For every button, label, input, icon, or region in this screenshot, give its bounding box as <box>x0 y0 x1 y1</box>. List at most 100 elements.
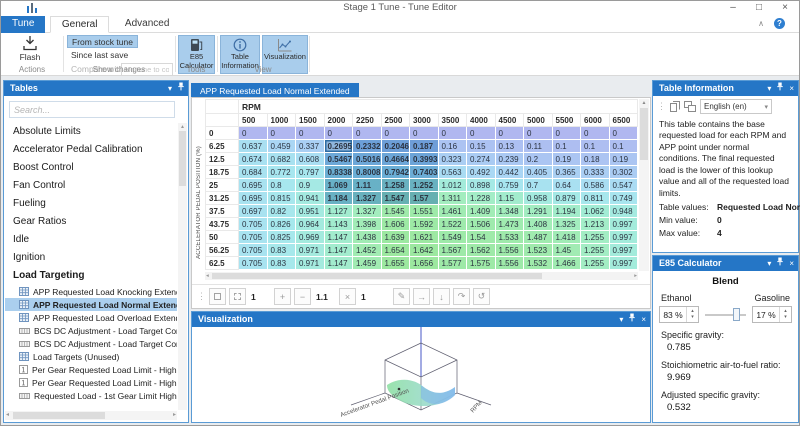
table-cell[interactable]: 1.655 <box>381 257 410 270</box>
table-cell[interactable]: 0.19 <box>609 153 638 166</box>
table-cell[interactable]: 1.228 <box>467 192 496 205</box>
table-item[interactable]: Load Targets (Unused) <box>5 350 177 363</box>
table-cell[interactable]: 1.15 <box>495 192 524 205</box>
scroll-left-icon[interactable]: ◂ <box>6 411 9 420</box>
table-cell[interactable]: 0.586 <box>581 179 610 192</box>
table-cell[interactable]: 0.442 <box>495 166 524 179</box>
table-cell[interactable]: 0.82 <box>267 205 296 218</box>
column-header[interactable]: 4500 <box>495 114 524 127</box>
table-cell[interactable]: 0 <box>410 127 439 140</box>
table-cell[interactable]: 1.575 <box>467 257 496 270</box>
table-cell[interactable]: 0.815 <box>267 192 296 205</box>
column-header[interactable]: 3500 <box>438 114 467 127</box>
table-cell[interactable]: 0.492 <box>467 166 496 179</box>
table-cell[interactable]: 1.452 <box>353 244 382 257</box>
scroll-left-icon[interactable]: ◂ <box>206 272 209 280</box>
table-cell[interactable]: 0.705 <box>239 244 268 257</box>
table-cell[interactable]: 0.8008 <box>353 166 382 179</box>
table-cell[interactable]: 1.194 <box>552 205 581 218</box>
table-cell[interactable]: 0.5467 <box>324 153 353 166</box>
toolbar-grip-icon[interactable]: ⋮ <box>657 102 666 111</box>
scroll-up-icon[interactable]: ▲ <box>180 124 185 130</box>
table-cell[interactable]: 0.563 <box>438 166 467 179</box>
tables-vertical-scrollbar[interactable]: ▲ <box>178 123 187 410</box>
table-cell[interactable]: 1.459 <box>353 257 382 270</box>
row-header[interactable]: 43.75 <box>206 218 239 231</box>
scrollbar-thumb[interactable] <box>13 412 105 419</box>
table-cell[interactable]: 0 <box>495 127 524 140</box>
window-position-icon[interactable]: ▾ <box>767 81 771 96</box>
table-cell[interactable]: 1.258 <box>381 179 410 192</box>
table-item[interactable]: Per Gear Requested Load Limit - High BAR… <box>5 376 177 389</box>
ethanol-stepper[interactable]: ▴▾ <box>659 306 699 323</box>
since-last-save-toggle[interactable]: Since last save <box>67 49 132 62</box>
table-cell[interactable]: 1.506 <box>467 218 496 231</box>
table-cell[interactable]: 0.948 <box>609 205 638 218</box>
table-cell[interactable]: 0.2332 <box>353 140 382 153</box>
table-cell[interactable]: 0.971 <box>296 257 325 270</box>
surface-plot-3d[interactable]: Accelerator Pedal Position RPM <box>192 327 650 422</box>
table-cell[interactable]: 0.64 <box>552 179 581 192</box>
decrement-button[interactable]: − <box>294 288 311 305</box>
scrollbar-thumb[interactable] <box>179 131 186 186</box>
help-icon[interactable]: ? <box>774 18 785 29</box>
table-cell[interactable]: 0.941 <box>296 192 325 205</box>
table-cell[interactable]: 0.302 <box>609 166 638 179</box>
table-cell[interactable]: 0.674 <box>239 153 268 166</box>
grid-vertical-scrollbar[interactable]: ▲ <box>639 99 649 271</box>
gasoline-stepper[interactable]: ▴▾ <box>752 306 792 323</box>
table-cell[interactable]: 0.964 <box>296 218 325 231</box>
table-cell[interactable]: 0.705 <box>239 218 268 231</box>
table-cell[interactable]: 0.13 <box>495 140 524 153</box>
table-cell[interactable]: 1.069 <box>324 179 353 192</box>
from-stock-tune-toggle[interactable]: From stock tune <box>67 35 138 48</box>
grid-horizontal-scrollbar[interactable]: ◂ ▸ <box>205 272 638 280</box>
tables-category[interactable]: Absolute Limits <box>5 123 177 141</box>
table-cell[interactable]: 1.532 <box>524 257 553 270</box>
column-header[interactable]: 2500 <box>381 114 410 127</box>
table-cell[interactable]: 0 <box>552 127 581 140</box>
table-cell[interactable]: 1.639 <box>381 231 410 244</box>
table-cell[interactable]: 0.811 <box>581 192 610 205</box>
table-cell[interactable]: 1.409 <box>467 205 496 218</box>
search-input[interactable] <box>9 101 175 118</box>
table-cell[interactable]: 0.274 <box>467 153 496 166</box>
pin-icon[interactable] <box>777 81 783 96</box>
table-cell[interactable]: 1.654 <box>381 244 410 257</box>
table-cell[interactable]: 0.2695 <box>324 140 353 153</box>
table-cell[interactable]: 0 <box>324 127 353 140</box>
scroll-right-icon[interactable]: ▸ <box>634 272 637 280</box>
window-position-icon[interactable]: ▾ <box>619 312 623 327</box>
table-cell[interactable]: 1.143 <box>324 218 353 231</box>
pin-icon[interactable] <box>629 312 635 327</box>
table-cell[interactable]: 0.365 <box>552 166 581 179</box>
tables-category[interactable]: Idle <box>5 231 177 249</box>
table-cell[interactable]: 1.255 <box>581 231 610 244</box>
table-cell[interactable]: 0.997 <box>609 244 638 257</box>
table-cell[interactable]: 0.333 <box>581 166 610 179</box>
set-value-input[interactable] <box>359 291 381 303</box>
table-cell[interactable]: 0.7 <box>524 179 553 192</box>
close-panel-icon[interactable]: × <box>641 312 646 327</box>
ethanol-percent-input[interactable] <box>660 309 686 321</box>
table-cell[interactable]: 0 <box>381 127 410 140</box>
table-cell[interactable]: 0.323 <box>438 153 467 166</box>
table-cell[interactable]: 1.461 <box>438 205 467 218</box>
table-cell[interactable]: 1.562 <box>467 244 496 257</box>
table-cell[interactable]: 0.705 <box>239 257 268 270</box>
table-cell[interactable]: 1.656 <box>410 257 439 270</box>
table-item[interactable]: APP Requested Load Normal Extended <box>5 298 177 311</box>
table-cell[interactable]: 0.695 <box>239 179 268 192</box>
table-cell[interactable]: 1.567 <box>438 244 467 257</box>
column-header[interactable]: 3000 <box>410 114 439 127</box>
table-cell[interactable]: 1.556 <box>495 257 524 270</box>
increment-button[interactable]: + <box>274 288 291 305</box>
table-cell[interactable]: 0.772 <box>267 166 296 179</box>
column-header[interactable]: 1500 <box>296 114 325 127</box>
table-cell[interactable]: 1.545 <box>381 205 410 218</box>
table-cell[interactable]: 0.2 <box>524 153 553 166</box>
table-item[interactable]: Requested Load - 1st Gear Limit High BAR… <box>5 389 177 402</box>
window-position-icon[interactable]: ▾ <box>168 81 172 96</box>
tables-category[interactable]: Boost Control <box>5 159 177 177</box>
table-cell[interactable]: 1.642 <box>410 244 439 257</box>
